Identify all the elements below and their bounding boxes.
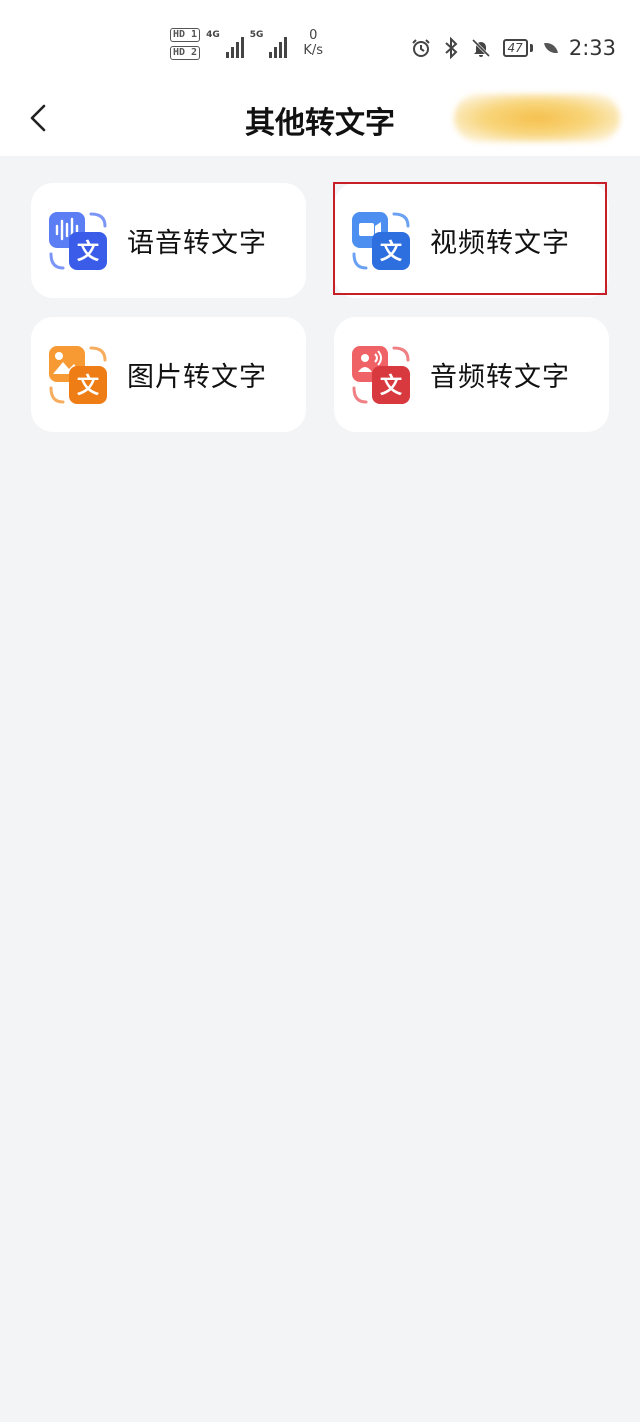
- network-speed-value: 0: [309, 28, 318, 43]
- card-label: 视频转文字: [430, 228, 570, 259]
- status-bar: HD 1 HD 2 4G 5G 0 K/s 47 2:33: [0, 0, 640, 88]
- audio-to-text-icon: 文: [352, 346, 410, 404]
- card-label: 语音转文字: [127, 228, 267, 259]
- card-label: 音频转文字: [430, 362, 570, 393]
- sim2-badge: HD 2: [170, 46, 201, 60]
- image-to-text-card[interactable]: 文 图片转文字: [31, 317, 306, 432]
- video-to-text-card[interactable]: 文 视频转文字: [334, 183, 609, 298]
- mute-bell-icon: [471, 38, 490, 58]
- system-indicators: 47 2:33: [411, 36, 616, 60]
- network-speed-unit: K/s: [303, 43, 324, 58]
- network-speed: 0 K/s: [303, 28, 323, 58]
- signal-icon: [225, 34, 244, 58]
- alarm-icon: [411, 39, 430, 57]
- image-to-text-icon: 文: [49, 346, 107, 404]
- network-type-2: 5G: [249, 30, 264, 40]
- wen-glyph: 文: [380, 373, 403, 399]
- card-label: 图片转文字: [127, 362, 267, 393]
- network-indicators: HD 1 HD 2 4G 5G 0 K/s: [170, 28, 323, 60]
- sim1-badge: HD 1: [170, 28, 201, 42]
- top-app-bar: 其他转文字: [0, 88, 640, 156]
- power-saving-leaf-icon: [543, 41, 558, 55]
- bluetooth-icon: [444, 37, 457, 59]
- voice-to-text-card[interactable]: 文 语音转文字: [31, 183, 306, 298]
- battery-icon: 47: [502, 39, 533, 57]
- signal-icon-2: [269, 34, 288, 58]
- wen-glyph: 文: [77, 373, 100, 399]
- audio-to-text-card[interactable]: 文 音频转文字: [334, 317, 609, 432]
- sim-indicators: HD 1 HD 2: [170, 28, 201, 60]
- clock: 2:33: [568, 36, 616, 60]
- network-type-1: 4G: [206, 30, 220, 40]
- video-to-text-icon: 文: [352, 212, 410, 270]
- wen-glyph: 文: [77, 239, 100, 265]
- battery-level: 47: [502, 39, 528, 57]
- wen-glyph: 文: [380, 239, 403, 265]
- promo-badge[interactable]: [454, 94, 620, 142]
- voice-to-text-icon: 文: [49, 212, 107, 270]
